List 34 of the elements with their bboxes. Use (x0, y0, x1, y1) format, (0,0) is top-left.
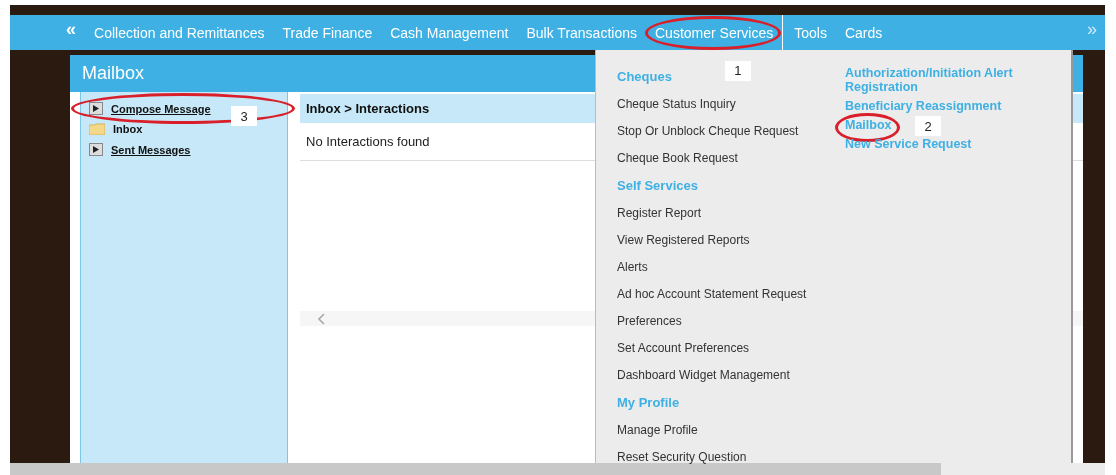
scroll-left-icon[interactable] (318, 312, 326, 325)
menu-tab[interactable]: Customer Services (655, 20, 774, 45)
menu-item[interactable]: Reset Security Question (617, 445, 747, 472)
folder-icon (89, 123, 105, 135)
menu-item[interactable]: New Service Request (845, 137, 972, 156)
menu-heading[interactable]: Cheques (617, 64, 672, 92)
menu-tab[interactable]: Tools (794, 20, 827, 45)
menu-item[interactable]: Set Account Preferences (617, 336, 750, 363)
scroll-right-button[interactable]: » (1087, 19, 1105, 46)
scroll-left-button[interactable]: « (10, 19, 94, 46)
callout-number: 3 (231, 106, 257, 126)
callout-number: 2 (915, 116, 941, 136)
menu-tab[interactable]: Bulk Transactions (526, 20, 637, 45)
menu-item[interactable]: Alerts (617, 255, 648, 282)
sidebar-item[interactable]: Inbox (81, 119, 151, 139)
menu-item[interactable]: Preferences (617, 309, 682, 336)
play-icon (89, 143, 103, 156)
sidebar-item[interactable]: Compose Message (81, 98, 219, 119)
menu-item[interactable]: Ad hoc Account Statement Request (617, 282, 807, 309)
menu-item[interactable]: Cheque Status Inquiry (617, 92, 736, 119)
menu-heading[interactable]: My Profile (617, 390, 680, 418)
menu-item[interactable]: Dashboard Widget Management (617, 363, 790, 390)
menu-heading[interactable]: Self Services (617, 173, 698, 201)
menu-item[interactable]: Beneficiary Reassignment (845, 99, 1002, 118)
menu-item[interactable]: Manage Profile (617, 418, 698, 445)
menu-item[interactable]: View Registered Reports (617, 228, 750, 255)
menu-tab[interactable]: Collection and Remittances (94, 20, 265, 45)
menu-tab[interactable]: Cash Management (390, 20, 509, 45)
menu-item[interactable]: Register Report (617, 201, 702, 228)
horizontal-scrollbar[interactable] (10, 463, 1105, 475)
play-icon (89, 102, 103, 115)
sidebar-item[interactable]: Sent Messages (81, 139, 199, 160)
menu-tab[interactable]: Cards (844, 20, 883, 45)
menu-tab[interactable]: Trade Finance (282, 20, 373, 45)
